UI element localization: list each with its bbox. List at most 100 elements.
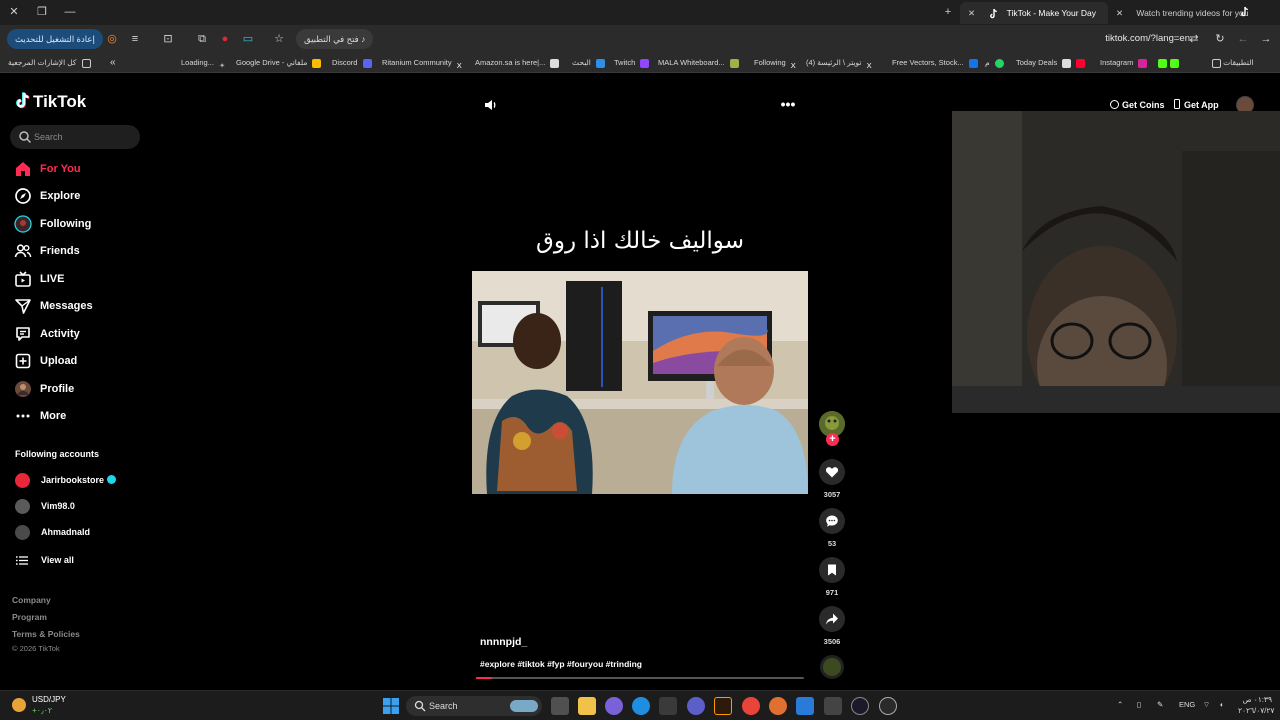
close-tab-icon[interactable]: ✕ — [968, 2, 980, 24]
video-frame[interactable] — [472, 271, 808, 494]
upload-icon — [15, 353, 31, 369]
bookmark-google-drive[interactable]: Google Drive - ملفاتي — [236, 56, 322, 70]
like-button[interactable] — [819, 459, 845, 485]
github-icon[interactable] — [879, 697, 897, 715]
volume-icon[interactable] — [484, 98, 498, 112]
share-action[interactable]: 3506 — [818, 606, 846, 646]
nav-upload[interactable]: Upload — [12, 350, 152, 372]
search-box[interactable] — [10, 125, 140, 149]
more-options-icon[interactable]: ••• — [780, 96, 796, 112]
tiktok-logo[interactable]: TikTok — [15, 92, 86, 112]
follow-plus-icon[interactable]: + — [826, 433, 839, 446]
record-icon[interactable]: ● — [217, 31, 233, 47]
address-bar[interactable]: tiktok.com/?lang=en — [1060, 29, 1190, 49]
comment-action[interactable]: 53 — [818, 508, 846, 548]
nav-explore[interactable]: Explore — [12, 185, 152, 207]
task-view-icon[interactable] — [551, 697, 569, 715]
nav-more[interactable]: More — [12, 405, 152, 427]
bookmark-discord[interactable]: Discord — [332, 56, 372, 70]
bookmark-all-bookmarks[interactable]: كل الإشارات المرجعية — [8, 56, 91, 70]
app-icon[interactable] — [851, 697, 869, 715]
taskbar-search[interactable]: Search — [406, 696, 542, 716]
bookmark-mala[interactable]: MALA Whiteboard... — [658, 56, 739, 70]
tab-tiktok[interactable]: ✕ TikTok - Make Your Day — [960, 2, 1108, 24]
nav-profile[interactable]: Profile — [12, 378, 152, 400]
bookmark-twitch[interactable]: Twitch — [614, 56, 650, 70]
edge-icon[interactable] — [632, 697, 650, 715]
usb-icon[interactable]: ▯ — [1137, 699, 1141, 711]
bookmark-ritanium[interactable]: Ritanium Community X — [382, 56, 466, 70]
nav-friends[interactable]: Friends — [12, 240, 152, 262]
nav-live[interactable]: LIVE — [12, 268, 152, 290]
tab-trending[interactable]: ✕ Watch trending videos for you — [1108, 2, 1258, 24]
store-icon[interactable] — [659, 697, 677, 715]
reload-icon[interactable]: ↻ — [1212, 31, 1228, 47]
bookmark-apps[interactable]: التطبيقات — [1209, 56, 1254, 70]
footer-link-company[interactable]: Company — [12, 595, 51, 605]
copilot-icon[interactable] — [605, 697, 623, 715]
save-button[interactable] — [819, 557, 845, 583]
open-in-app-label: فتح في التطبيق — [304, 34, 359, 44]
sound-disc[interactable] — [820, 655, 844, 679]
tray-overflow-chevron-icon[interactable]: ⌃ — [1117, 699, 1123, 711]
pen-icon[interactable]: ✎ — [1157, 699, 1163, 711]
site-settings-icon[interactable]: ⇄ — [1186, 31, 1202, 47]
bookmarks-overflow-chevron-icon[interactable]: « — [110, 56, 116, 70]
teams-icon[interactable] — [687, 697, 705, 715]
forward-icon[interactable]: ← — [1235, 31, 1251, 47]
blender-icon[interactable] — [769, 697, 787, 715]
bookmark-search[interactable]: البحث — [572, 56, 605, 70]
video-hashtags[interactable]: #explore #tiktok #fyp #fouryou #trinding — [480, 659, 642, 669]
restore-window-icon[interactable]: ❐ — [34, 4, 50, 20]
bookmark-instagram[interactable]: Instagram — [1100, 56, 1148, 70]
bookmark-label: Today Deals — [1016, 58, 1058, 67]
close-tab-icon[interactable]: ✕ — [1116, 2, 1128, 24]
open-in-app-button[interactable]: فتح في التطبيق ♪ — [296, 29, 374, 49]
footer-link-program[interactable]: Program — [12, 612, 47, 622]
outlook-icon[interactable] — [796, 697, 814, 715]
file-explorer-icon[interactable] — [578, 697, 596, 715]
reading-list-icon[interactable]: ≡ — [127, 31, 143, 47]
back-icon[interactable]: → — [1258, 31, 1274, 47]
extensions-puzzle-icon[interactable]: ⧉ — [194, 31, 210, 47]
bookmark-label: Following — [754, 58, 786, 67]
wifi-icon[interactable]: ⌔ — [1203, 699, 1210, 711]
bookmark-freepik[interactable]: Free Vectors, Stock... — [892, 56, 978, 70]
comment-button[interactable] — [819, 508, 845, 534]
new-tab-icon[interactable]: + — [940, 4, 956, 20]
bookmark-loading[interactable]: Loading... ✦ — [181, 56, 228, 70]
nav-following[interactable]: Following — [12, 213, 152, 235]
nav-messages[interactable]: Messages — [12, 295, 152, 317]
bookmark-twitter-home[interactable]: (4) تويتر \ الرئيسة X — [806, 56, 876, 70]
language-indicator[interactable]: ENG — [1179, 699, 1195, 711]
minimize-window-icon[interactable]: — — [62, 4, 78, 20]
cast-icon[interactable]: ▭ — [240, 31, 256, 47]
bookmark-today-deals[interactable]: Today Deals — [1016, 56, 1086, 70]
share-button[interactable] — [819, 606, 845, 632]
video-progress-bar[interactable] — [476, 677, 804, 679]
volume-tray-icon[interactable]: ◖ — [1219, 699, 1224, 711]
video-author-username[interactable]: nnnnpjd_ — [480, 636, 527, 648]
bookmark-label: Instagram — [1100, 58, 1134, 67]
chrome-icon[interactable] — [742, 697, 760, 715]
footer-link-terms[interactable]: Terms & Policies — [12, 629, 80, 639]
screenshot-icon[interactable]: ⊡ — [160, 31, 176, 47]
reload-update-button[interactable]: إعادة التشغيل للتحديث — [7, 29, 103, 49]
search-input[interactable] — [34, 128, 134, 146]
system-clock[interactable]: ٠١:٣٩ ص ٢٠٢٦/٠٧/٢٧ — [1238, 694, 1274, 716]
close-window-icon[interactable]: ✕ — [6, 4, 22, 20]
save-action[interactable]: 971 — [818, 557, 846, 597]
bookmark-amazon-sa[interactable]: Amazon.sa is here|... — [475, 56, 560, 70]
nav-for-you[interactable]: For You — [12, 158, 152, 180]
bookmark-star-icon[interactable]: ☆ — [271, 31, 287, 47]
extension-icon[interactable]: ◎ — [104, 31, 120, 47]
bookmark-whatsapp[interactable]: م — [985, 56, 1004, 70]
bookmark-following[interactable]: Following X — [754, 56, 800, 70]
calculator-icon[interactable] — [824, 697, 842, 715]
illustrator-icon[interactable] — [714, 697, 732, 715]
like-action[interactable]: 3057 — [818, 459, 846, 499]
nav-activity[interactable]: Activity — [12, 323, 152, 345]
windows-start-icon[interactable] — [383, 698, 399, 714]
search-icon — [19, 131, 32, 144]
bookmark-kick[interactable] — [1155, 56, 1179, 70]
